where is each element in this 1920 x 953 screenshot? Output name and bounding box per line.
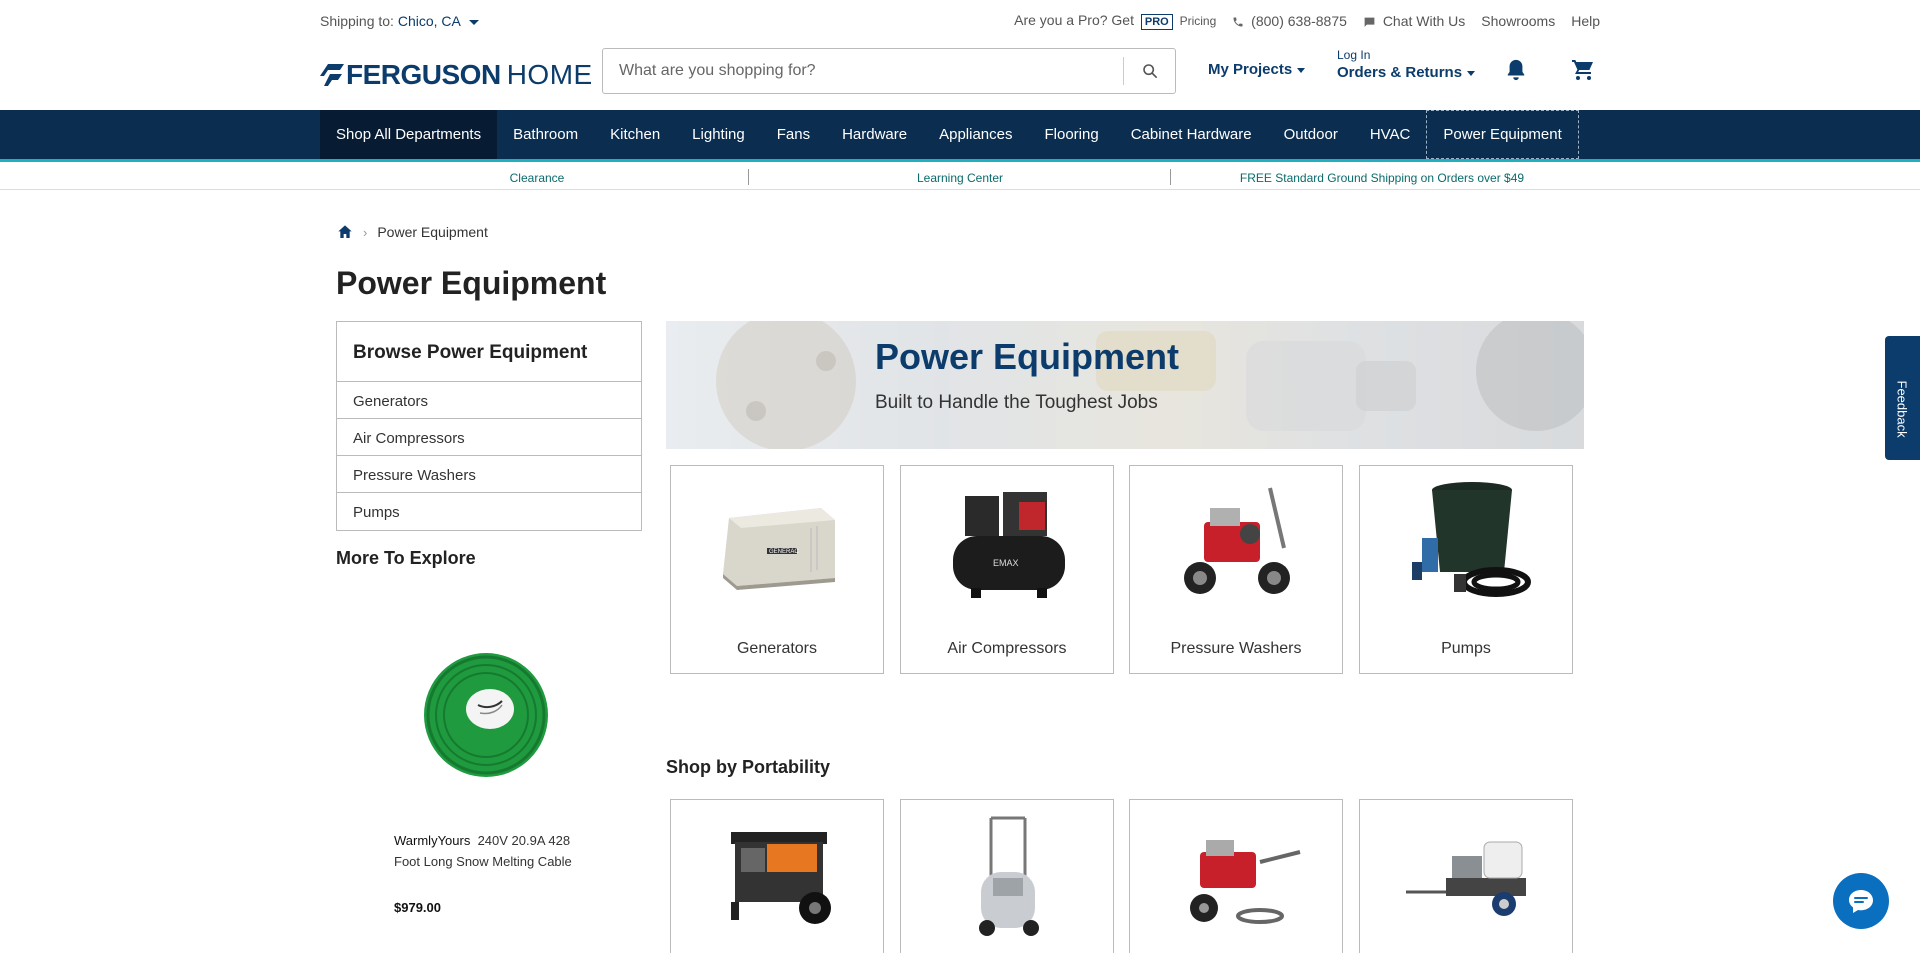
home-icon[interactable] — [337, 224, 353, 240]
nav-cabinet-hardware[interactable]: Cabinet Hardware — [1115, 110, 1268, 159]
nav-bathroom[interactable]: Bathroom — [497, 110, 594, 159]
gas-pressure-washer-image — [1190, 840, 1301, 924]
generator-image: GENERAC — [723, 508, 835, 590]
main-header: FERGUSON HOME My Projects Log In Orders … — [0, 42, 1920, 110]
chevron-down-icon — [468, 19, 479, 25]
cart-icon — [1572, 60, 1593, 80]
sump-pump-image — [1412, 482, 1531, 597]
promo-learning-center[interactable]: Learning Center — [750, 171, 1170, 185]
account-menu[interactable]: Log In Orders & Returns — [1337, 48, 1476, 81]
pro-pricing-link[interactable]: Are you a Pro? Get PRO Pricing — [1014, 12, 1216, 30]
more-to-explore-title: More To Explore — [336, 548, 476, 568]
search-bar — [602, 48, 1176, 94]
ferguson-home-logo[interactable]: FERGUSON HOME — [320, 56, 593, 94]
shipping-location[interactable]: Shipping to: Chico, CA — [320, 13, 479, 29]
category-label: Air Compressors — [947, 640, 1067, 657]
air-compressor-image: EMAX — [953, 492, 1065, 598]
nav-kitchen[interactable]: Kitchen — [594, 110, 676, 159]
nav-hvac[interactable]: HVAC — [1354, 110, 1427, 159]
search-button[interactable] — [1124, 49, 1176, 93]
portability-card[interactable] — [900, 799, 1114, 953]
my-projects-menu[interactable]: My Projects — [1208, 61, 1306, 78]
browse-item-pressure-washers[interactable]: Pressure Washers — [337, 456, 641, 493]
search-icon — [1143, 64, 1158, 79]
ferguson-logo-icon — [320, 64, 344, 86]
page-title: Power Equipment — [336, 265, 607, 301]
promo-bar: Clearance Learning Center FREE Standard … — [0, 165, 1920, 190]
trailer-pressure-washer-image — [1406, 841, 1526, 916]
login-link[interactable]: Log In — [1337, 48, 1475, 62]
shipping-city[interactable]: Chico, CA — [398, 13, 460, 29]
chat-bubble-icon — [1364, 17, 1375, 27]
snow-melting-cable-image[interactable] — [416, 645, 556, 785]
cart-button[interactable] — [1571, 58, 1595, 87]
feedback-tab[interactable]: Feedback — [1885, 336, 1920, 460]
brand-sub: HOME — [506, 59, 593, 90]
nav-lighting[interactable]: Lighting — [676, 110, 761, 159]
portability-card[interactable] — [1359, 799, 1573, 953]
bell-icon — [1507, 59, 1525, 81]
explore-product-card[interactable]: WarmlyYours 240V 20.9A 428 Foot Long Sno… — [394, 645, 594, 915]
browse-title: Browse Power Equipment — [337, 322, 641, 382]
chat-link[interactable]: Chat With Us — [1363, 13, 1465, 29]
category-card-generators[interactable]: GENERAC Generators — [670, 465, 884, 674]
nav-power-equipment[interactable]: Power Equipment — [1426, 110, 1579, 159]
department-nav: Shop All Departments Bathroom Kitchen Li… — [0, 110, 1920, 162]
browse-item-pumps[interactable]: Pumps — [337, 493, 641, 530]
hero-subtitle: Built to Handle the Toughest Jobs — [875, 392, 1158, 413]
portable-air-compressor-image — [979, 816, 1039, 936]
hero-banner: Power Equipment Built to Handle the Toug… — [666, 321, 1584, 449]
search-input[interactable] — [603, 49, 1123, 93]
pro-badge: PRO — [1140, 14, 1173, 30]
promo-divider — [748, 169, 749, 185]
category-card-pressure-washers[interactable]: Pressure Washers — [1129, 465, 1343, 674]
hero-title: Power Equipment — [875, 336, 1180, 377]
breadcrumb-current: Power Equipment — [377, 224, 488, 240]
svg-text:GENERAC: GENERAC — [769, 549, 799, 555]
portability-card[interactable] — [670, 799, 884, 953]
svg-text:EMAX: EMAX — [993, 558, 1019, 568]
nav-fans[interactable]: Fans — [761, 110, 826, 159]
browse-panel: Browse Power Equipment Generators Air Co… — [336, 321, 642, 531]
nav-outdoor[interactable]: Outdoor — [1268, 110, 1354, 159]
breadcrumb: › Power Equipment — [337, 224, 488, 240]
portable-generator-image — [731, 832, 831, 924]
chat-bubble-icon — [1849, 890, 1873, 913]
browse-item-air-compressors[interactable]: Air Compressors — [337, 419, 641, 456]
orders-returns-menu[interactable]: Orders & Returns — [1337, 64, 1476, 81]
showrooms-link[interactable]: Showrooms — [1481, 13, 1555, 29]
brand-name: FERGUSON — [346, 59, 501, 90]
category-label: Pumps — [1441, 640, 1491, 657]
nav-flooring[interactable]: Flooring — [1029, 110, 1115, 159]
browse-item-generators[interactable]: Generators — [337, 382, 641, 419]
promo-clearance[interactable]: Clearance — [327, 171, 747, 185]
product-name[interactable]: WarmlyYours 240V 20.9A 428 Foot Long Sno… — [394, 830, 594, 872]
promo-divider — [1170, 169, 1171, 185]
nav-appliances[interactable]: Appliances — [923, 110, 1028, 159]
chevron-down-icon — [1297, 67, 1306, 73]
notifications-button[interactable] — [1505, 58, 1527, 87]
help-link[interactable]: Help — [1571, 13, 1600, 29]
portability-title: Shop by Portability — [666, 757, 831, 777]
utility-bar: Shipping to: Chico, CA Are you a Pro? Ge… — [0, 0, 1920, 42]
phone-link[interactable]: (800) 638-8875 — [1232, 13, 1347, 29]
category-label: Pressure Washers — [1170, 640, 1302, 657]
nav-hardware[interactable]: Hardware — [826, 110, 923, 159]
pressure-washer-image — [1184, 487, 1290, 594]
product-price: $979.00 — [394, 900, 441, 915]
phone-icon — [1233, 17, 1243, 27]
category-card-pumps[interactable]: Pumps — [1359, 465, 1573, 674]
category-label: Generators — [736, 640, 818, 657]
chat-button[interactable] — [1833, 873, 1889, 929]
chevron-right-icon: › — [363, 224, 368, 240]
nav-shop-all-departments[interactable]: Shop All Departments — [320, 110, 498, 159]
promo-free-shipping[interactable]: FREE Standard Ground Shipping on Orders … — [1172, 171, 1592, 185]
chevron-down-icon — [1467, 70, 1476, 76]
feedback-label: Feedback — [1894, 380, 1910, 438]
shipping-label: Shipping to: — [320, 13, 394, 29]
portability-card[interactable] — [1129, 799, 1343, 953]
category-card-air-compressors[interactable]: EMAX Air Compressors — [900, 465, 1114, 674]
